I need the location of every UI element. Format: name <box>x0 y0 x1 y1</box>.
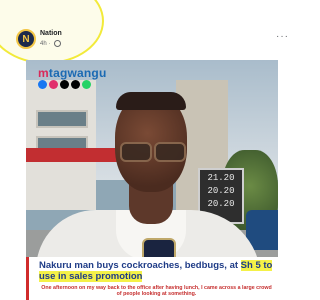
man-hair <box>116 92 186 110</box>
building-left <box>26 80 96 210</box>
post-timestamp[interactable]: 4h · <box>40 41 50 47</box>
instagram-icon <box>49 80 58 89</box>
globe-icon <box>54 40 62 47</box>
facebook-icon <box>38 80 47 89</box>
window <box>36 110 88 128</box>
price-line: 20.20 <box>207 199 235 209</box>
sunglasses <box>118 142 186 162</box>
headline-text: Nakuru man buys cockroaches, bedbugs, at <box>39 260 241 271</box>
price-line: 21.20 <box>207 173 235 183</box>
social-icons-row <box>38 80 91 90</box>
subheadline: One afternoon on my way back to the offi… <box>41 285 272 298</box>
x-icon <box>60 80 69 89</box>
post-image[interactable]: 21.20 20.20 20.20 mtagwangu <box>26 60 278 290</box>
page-name-link[interactable]: Nation <box>40 30 62 37</box>
image-caption-box: Nakuru man buys cockroaches, bedbugs, at… <box>26 257 278 300</box>
brand-logo: mtagwangu <box>38 66 107 80</box>
post-header: N Nation 4h · ··· <box>0 0 295 64</box>
shop-awning <box>26 148 118 162</box>
more-options-button[interactable]: ··· <box>276 31 289 42</box>
post-meta: 4h · <box>40 40 62 47</box>
tiktok-icon <box>71 80 80 89</box>
price-line: 20.20 <box>207 186 235 196</box>
page-avatar[interactable]: N <box>16 29 36 49</box>
headline: Nakuru man buys cockroaches, bedbugs, at… <box>39 260 274 282</box>
whatsapp-icon <box>82 80 91 89</box>
